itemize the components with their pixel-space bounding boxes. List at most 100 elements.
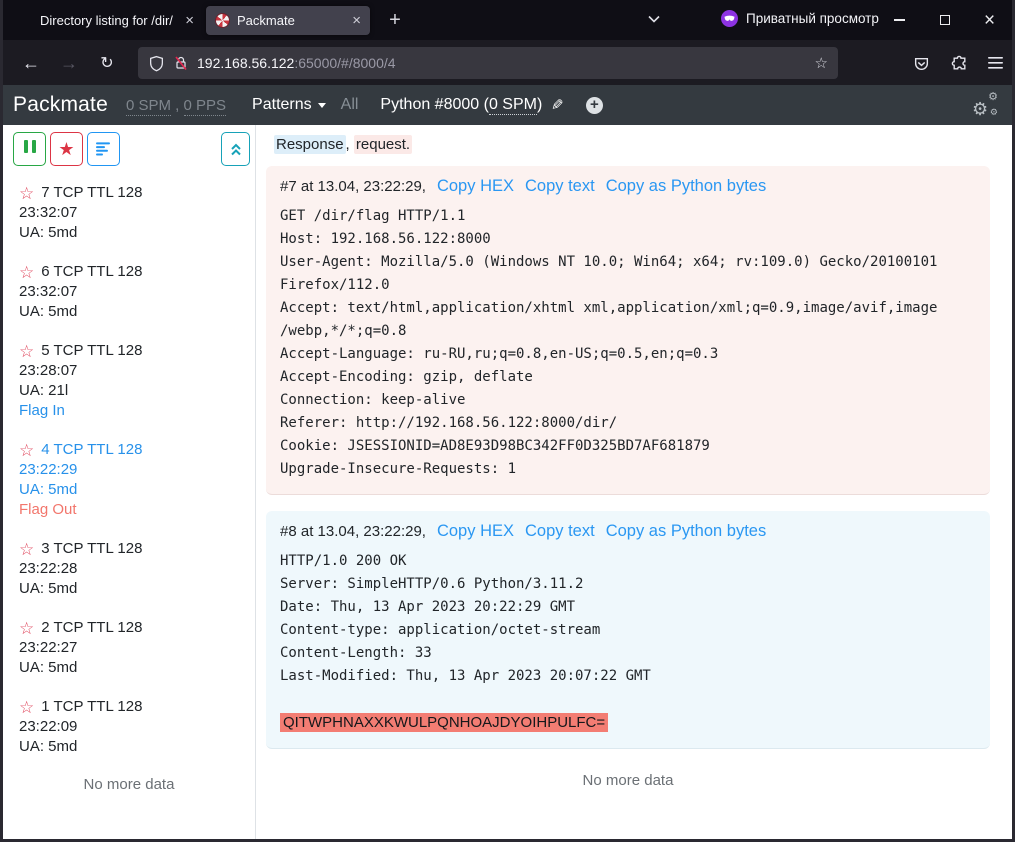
minimize-button[interactable]: [877, 0, 922, 40]
url-bar[interactable]: 192.168.56.122:65000/#/8000/4 ☆: [138, 47, 838, 79]
favorite-star-icon[interactable]: ☆: [19, 343, 34, 360]
stream-entry-5[interactable]: ☆5 TCP TTL 128 23:28:07 UA: 21l Flag In: [19, 341, 239, 421]
close-tab-icon[interactable]: ×: [185, 13, 194, 28]
patterns-dropdown[interactable]: Patterns: [252, 96, 326, 114]
stream-ua: UA: 21l: [19, 381, 239, 401]
packmate-header: Packmate 0 SPM , 0 PPS Patterns All Pyth…: [3, 85, 1012, 125]
service-selector[interactable]: Python #8000 (0 SPM): [380, 96, 542, 114]
stream-title: 4 TCP TTL 128: [41, 440, 142, 460]
legend-request: request.: [354, 135, 412, 154]
angles-up-icon: [229, 142, 243, 157]
insecure-lock-icon[interactable]: [173, 55, 189, 71]
pause-button[interactable]: [13, 132, 46, 166]
close-tab-icon[interactable]: ×: [352, 13, 361, 28]
packet-id: #7 at 13.04, 23:22:29,: [280, 178, 426, 195]
stream-title: 7 TCP TTL 128: [41, 183, 142, 203]
sidebar-no-more-data: No more data: [19, 776, 239, 793]
private-browsing-badge: Приватный просмотр: [721, 10, 879, 27]
copy-python-bytes-link[interactable]: Copy as Python bytes: [606, 177, 767, 196]
all-streams-link[interactable]: All: [341, 96, 359, 114]
app-brand[interactable]: Packmate: [13, 93, 108, 117]
edit-pencil-icon[interactable]: ✎: [551, 96, 564, 114]
collapse-up-button[interactable]: [221, 132, 250, 166]
tab-directory-listing[interactable]: Directory listing for /dir/ ×: [31, 6, 203, 35]
stream-entry-2[interactable]: ☆2 TCP TTL 128 23:22:27 UA: 5md: [19, 618, 239, 678]
packet-card-request: #7 at 13.04, 23:22:29, Copy HEX Copy tex…: [266, 166, 990, 495]
copy-python-bytes-link[interactable]: Copy as Python bytes: [606, 522, 767, 541]
copy-hex-link[interactable]: Copy HEX: [437, 522, 514, 541]
stream-entry-3[interactable]: ☆ 3 TCP TTL 128 23:22:28 UA: 5md: [19, 539, 239, 599]
favorites-filter-button[interactable]: ★: [50, 132, 83, 166]
legend-response: Response: [274, 135, 346, 154]
favorite-star-icon[interactable]: ☆: [19, 185, 34, 202]
stream-entry-6[interactable]: ☆6 TCP TTL 128 23:32:07 UA: 5md: [19, 262, 239, 322]
main-no-more-data: No more data: [266, 772, 990, 789]
stream-ua: UA: 5md: [19, 302, 239, 322]
private-mask-icon: [721, 10, 738, 27]
copy-text-link[interactable]: Copy text: [525, 177, 595, 196]
favorite-star-icon[interactable]: ☆: [19, 264, 34, 281]
favorite-star-icon[interactable]: ☆: [19, 541, 34, 558]
private-browsing-label: Приватный просмотр: [746, 11, 879, 26]
stream-title: 6 TCP TTL 128: [41, 262, 142, 282]
copy-text-link[interactable]: Copy text: [525, 522, 595, 541]
plus-icon: +: [590, 97, 599, 112]
stream-time: 23:22:29: [19, 460, 239, 480]
url-text[interactable]: 192.168.56.122:65000/#/8000/4: [197, 55, 807, 71]
menu-hamburger-icon[interactable]: [981, 51, 1011, 75]
stream-title: 3 TCP TTL 128: [41, 539, 142, 559]
browser-window: Directory listing for /dir/ × Packmate ×…: [0, 0, 1015, 842]
stream-list: ☆ 7 TCP TTL 128 23:32:07 UA: 5md ☆ 6 TCP T…: [3, 166, 255, 793]
copy-hex-link[interactable]: Copy HEX: [437, 177, 514, 196]
stream-entry-4-selected[interactable]: ☆4 TCP TTL 128 23:22:29 UA: 5md Flag Out: [19, 440, 239, 520]
packet-id: #8 at 13.04, 23:22:29,: [280, 523, 426, 540]
stream-ua: UA: 5md: [19, 223, 239, 243]
stream-title: 1 TCP TTL 128: [41, 697, 142, 717]
traffic-stats: 0 SPM , 0 PPS: [126, 97, 226, 114]
stream-ua: UA: 5md: [19, 579, 239, 599]
tab-packmate[interactable]: Packmate ×: [206, 6, 370, 35]
chevron-down-icon[interactable]: [648, 15, 660, 23]
stream-entry-1[interactable]: ☆1 TCP TTL 128 23:22:09 UA: 5md: [19, 697, 239, 757]
packet-view: Response, request. #7 at 13.04, 23:22:29…: [256, 125, 1012, 839]
sidebar-toolbar: ★: [13, 132, 250, 166]
close-window-button[interactable]: ×: [967, 0, 1012, 40]
flag-match-highlight: QITWPHNAXXKWULPQNHOAJDYOIHPULFC=: [280, 713, 608, 732]
bookmark-star-icon[interactable]: ☆: [815, 54, 828, 72]
stream-time: 23:22:28: [19, 559, 239, 579]
maximize-button[interactable]: [922, 0, 967, 40]
list-icon: [96, 142, 111, 156]
favorite-star-icon[interactable]: ☆: [19, 442, 34, 459]
browser-titlebar: Directory listing for /dir/ × Packmate ×…: [3, 0, 1012, 40]
settings-gears-icon[interactable]: ⚙⚙⚙: [972, 94, 998, 116]
http-response-body: HTTP/1.0 200 OK Server: SimpleHTTP/0.6 P…: [280, 550, 976, 735]
packet-card-response: #8 at 13.04, 23:22:29, Copy HEX Copy tex…: [266, 511, 990, 749]
forward-button[interactable]: →: [55, 51, 83, 75]
add-service-button[interactable]: +: [586, 97, 603, 114]
shield-icon[interactable]: [148, 55, 165, 72]
stream-time: 23:22:27: [19, 638, 239, 658]
stream-ua: UA: 5md: [19, 480, 239, 500]
extensions-puzzle-icon[interactable]: [944, 51, 974, 75]
window-controls: ×: [877, 0, 1012, 40]
stream-title: 2 TCP TTL 128: [41, 618, 142, 638]
stream-entry-7[interactable]: ☆ 7 TCP TTL 128 23:32:07 UA: 5md: [19, 183, 239, 243]
pause-icon: [22, 140, 38, 158]
stream-time: 23:28:07: [19, 361, 239, 381]
new-tab-button[interactable]: +: [381, 6, 409, 34]
reload-button[interactable]: ↻: [93, 51, 121, 75]
stream-time: 23:32:07: [19, 203, 239, 223]
favorite-star-icon[interactable]: ☆: [19, 699, 34, 716]
caret-down-icon: [318, 103, 326, 108]
tab-title: Directory listing for /dir/: [40, 13, 179, 28]
stream-sidebar: ★ ☆ 7 TCP TTL 128 23:32:07 UA: 5md ☆ 6 TCP…: [3, 125, 256, 839]
list-view-button[interactable]: [87, 132, 120, 166]
direction-legend: Response, request.: [274, 136, 990, 153]
tab-title: Packmate: [237, 13, 346, 28]
pocket-icon[interactable]: [906, 51, 936, 75]
stream-title: 5 TCP TTL 128: [41, 341, 142, 361]
favorite-star-icon[interactable]: ☆: [19, 620, 34, 637]
back-button[interactable]: ←: [17, 51, 45, 75]
packmate-favicon-icon: [215, 13, 230, 28]
stream-ua: UA: 5md: [19, 737, 239, 757]
